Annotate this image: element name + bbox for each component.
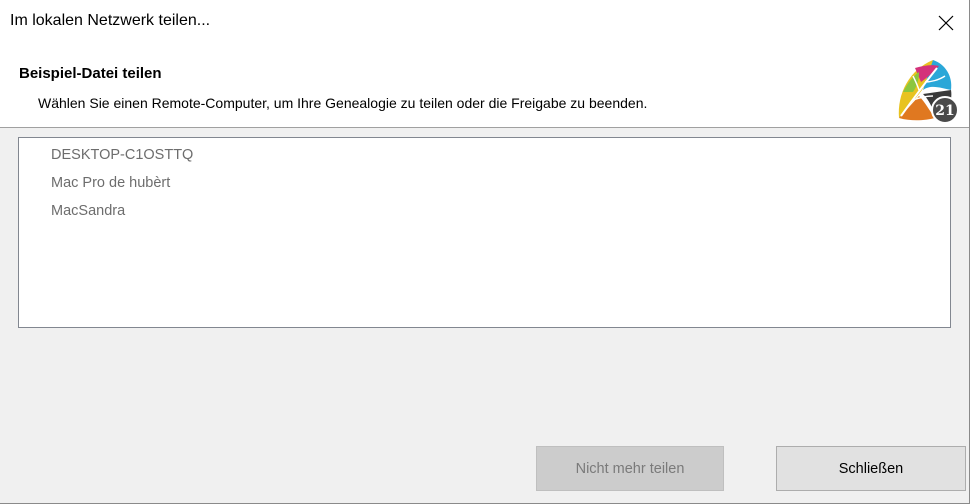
- window-title: Im lokalen Netzwerk teilen...: [10, 12, 211, 29]
- dialog-instructions: Wählen Sie einen Remote-Computer, um Ihr…: [38, 95, 648, 111]
- close-window-button[interactable]: [923, 0, 969, 45]
- close-button[interactable]: Schließen: [776, 446, 966, 491]
- list-item-computer[interactable]: DESKTOP-C1OSTTQ: [51, 146, 193, 164]
- list-item-computer[interactable]: Mac Pro de hubèrt: [51, 174, 170, 192]
- close-icon: [938, 15, 954, 30]
- family-tree-leaf-21-logo: 21: [898, 60, 959, 124]
- dialog-header: Beispiel-Datei teilen Wählen Sie einen R…: [0, 45, 969, 128]
- list-item-computer[interactable]: MacSandra: [51, 202, 125, 220]
- share-dialog: Im lokalen Netzwerk teilen... Beispiel-D…: [0, 0, 970, 504]
- svg-text:21: 21: [935, 103, 954, 119]
- remote-computer-list[interactable]: DESKTOP-C1OSTTQ Mac Pro de hubèrt MacSan…: [18, 137, 951, 328]
- title-bar: Im lokalen Netzwerk teilen...: [0, 0, 969, 45]
- stop-sharing-button[interactable]: Nicht mehr teilen: [536, 446, 724, 491]
- dialog-heading: Beispiel-Datei teilen: [19, 65, 162, 82]
